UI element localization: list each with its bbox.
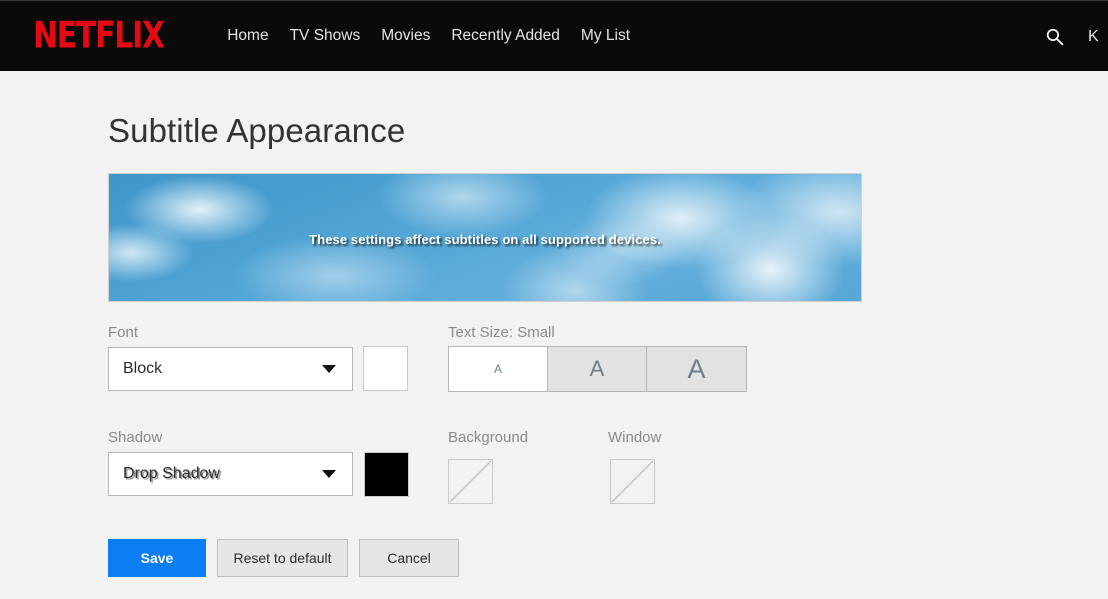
nav-link-movies[interactable]: Movies xyxy=(381,27,430,45)
reset-to-default-button[interactable]: Reset to default xyxy=(217,539,348,577)
nav-link-tv-shows[interactable]: TV Shows xyxy=(290,27,361,45)
font-select[interactable]: Block xyxy=(108,347,353,391)
top-navigation-bar: NETFLIX Home TV Shows Movies Recently Ad… xyxy=(0,0,1108,71)
nav-link-my-list[interactable]: My List xyxy=(581,27,630,45)
netflix-logo[interactable]: NETFLIX xyxy=(33,17,165,55)
shadow-select[interactable]: Drop Shadow xyxy=(108,452,353,496)
chevron-down-icon xyxy=(322,470,336,478)
nav-links: Home TV Shows Movies Recently Added My L… xyxy=(227,27,630,45)
font-label: Font xyxy=(108,324,139,341)
text-size-medium-button[interactable]: A xyxy=(548,347,647,391)
nav-link-recently-added[interactable]: Recently Added xyxy=(451,27,560,45)
text-size-large-button[interactable]: A xyxy=(647,347,746,391)
text-size-label: Text Size: Small xyxy=(448,324,555,341)
cancel-button[interactable]: Cancel xyxy=(359,539,459,577)
action-buttons: Save Reset to default Cancel xyxy=(108,539,459,577)
background-label: Background xyxy=(448,429,529,446)
nav-link-home[interactable]: Home xyxy=(227,27,268,45)
nav-right-group: K xyxy=(1045,1,1108,72)
font-select-value: Block xyxy=(123,360,163,377)
diagonal-slash-icon xyxy=(611,460,654,503)
shadow-select-value: Drop Shadow xyxy=(123,465,220,482)
shadow-label: Shadow xyxy=(108,429,163,446)
font-color-swatch[interactable] xyxy=(363,346,408,391)
diagonal-slash-icon xyxy=(449,460,492,503)
text-size-small-button[interactable]: A xyxy=(449,347,548,391)
subtitle-preview-banner: These settings affect subtitles on all s… xyxy=(108,173,862,302)
shadow-color-swatch[interactable] xyxy=(364,452,409,497)
save-button[interactable]: Save xyxy=(108,539,206,577)
page-title: Subtitle Appearance xyxy=(108,112,406,149)
search-icon[interactable] xyxy=(1045,27,1064,46)
window-color-swatch[interactable] xyxy=(610,459,655,504)
chevron-down-icon xyxy=(322,365,336,373)
text-size-group: A A A xyxy=(448,346,747,392)
preview-subtitle-text: These settings affect subtitles on all s… xyxy=(309,232,661,247)
background-color-swatch[interactable] xyxy=(448,459,493,504)
window-label: Window xyxy=(608,429,662,446)
profile-initial[interactable]: K xyxy=(1088,28,1100,46)
